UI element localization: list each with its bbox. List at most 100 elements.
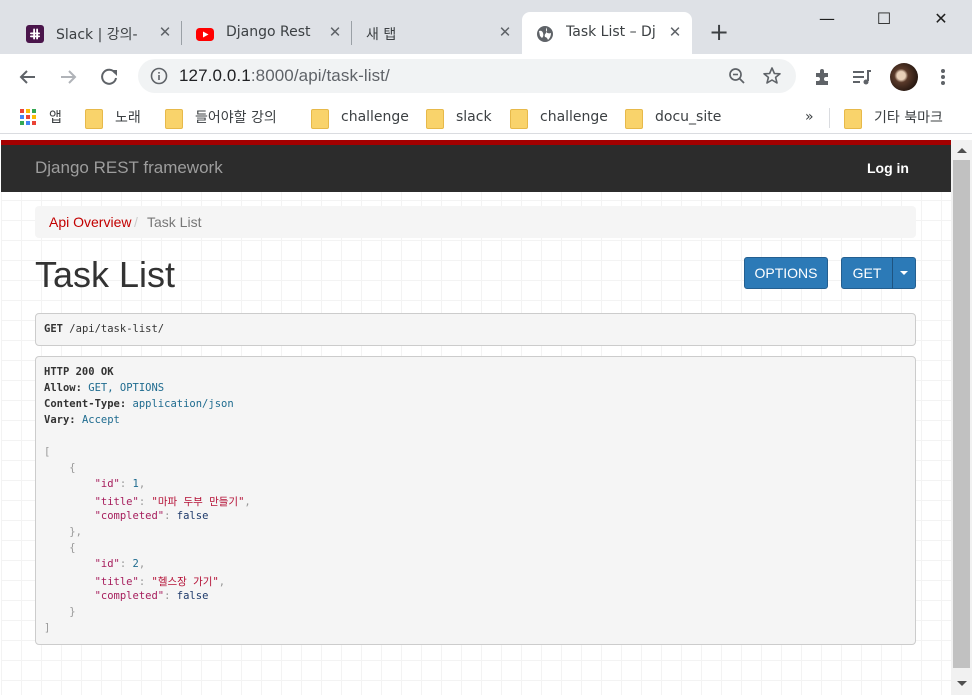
json-bracket: ]	[44, 622, 51, 634]
bookmark-folder[interactable]: slack	[426, 107, 492, 129]
login-link[interactable]: Log in	[867, 160, 909, 176]
request-info: GET /api/task-list/	[35, 313, 916, 346]
globe-icon	[537, 26, 553, 42]
bookmark-label: docu_site	[655, 109, 722, 125]
new-tab-button[interactable]: +	[706, 20, 732, 46]
tab-title: Task List – Dj	[566, 24, 656, 40]
bookmark-apps[interactable]: 앱	[20, 107, 62, 127]
brand-link[interactable]: Django REST framework	[35, 158, 223, 178]
bookmark-label: slack	[456, 109, 492, 125]
response-header: Allow: GET, OPTIONS	[44, 382, 165, 394]
get-button[interactable]: GET	[841, 257, 893, 289]
bookmark-folder[interactable]: docu_site	[625, 107, 722, 129]
json-line: "completed": false	[94, 590, 209, 602]
bookmark-label: 기타 북마크	[874, 110, 943, 126]
folder-icon	[426, 108, 444, 129]
bookmark-label: 들어야할 강의	[195, 110, 277, 126]
json-brace: {	[44, 542, 76, 554]
forward-button[interactable]	[55, 64, 81, 90]
arrow-right-icon	[61, 70, 77, 84]
star-icon[interactable]	[762, 66, 782, 86]
page-title: Task List	[35, 254, 176, 295]
url-text[interactable]: 127.0.0.1:8000/api/task-list/	[179, 66, 390, 86]
breadcrumb-current: Task List	[147, 214, 202, 230]
vertical-scrollbar[interactable]	[951, 140, 972, 695]
slack-icon	[26, 25, 44, 43]
folder-icon	[165, 108, 183, 129]
bookmark-label: 앱	[49, 110, 62, 126]
extensions-puzzle-icon[interactable]	[812, 66, 834, 88]
tab-title: 새 탭	[366, 27, 397, 43]
tab-title: Slack | 강의-	[56, 27, 138, 43]
json-line: "completed": false	[94, 510, 209, 522]
get-format-dropdown[interactable]	[892, 257, 916, 289]
response-status: HTTP 200 OK	[44, 366, 114, 378]
close-icon[interactable]: ✕	[328, 25, 342, 40]
caret-down-icon	[900, 271, 908, 275]
folder-icon	[311, 108, 329, 129]
json-line: "id": 1,	[94, 478, 146, 490]
scroll-up-arrow-icon[interactable]	[957, 148, 967, 153]
folder-icon	[85, 108, 103, 129]
bookmarks-bar: 앱 노래 들어야할 강의 challenge slack challenge d…	[0, 100, 972, 134]
youtube-icon	[196, 28, 214, 41]
response-info: HTTP 200 OK Allow: GET, OPTIONS Content-…	[35, 356, 916, 645]
tab-slack[interactable]: Slack | 강의- ✕	[12, 12, 182, 54]
json-line: "title": "마파 두부 만들기",	[94, 496, 251, 508]
tab-new-tab[interactable]: 새 탭 ✕	[352, 12, 522, 54]
bookmark-folder[interactable]: 들어야할 강의	[165, 107, 277, 129]
breadcrumb-separator: /	[134, 214, 138, 230]
json-line: "id": 2,	[94, 558, 146, 570]
bookmarks-divider	[829, 108, 830, 128]
back-button[interactable]	[15, 64, 41, 90]
address-bar[interactable]: 127.0.0.1:8000/api/task-list/	[138, 59, 796, 93]
bookmark-label: challenge	[540, 109, 608, 125]
json-bracket: [	[44, 446, 51, 458]
other-bookmarks[interactable]: 기타 북마크	[844, 107, 943, 129]
json-brace: }	[44, 606, 76, 618]
response-header: Content-Type: application/json	[44, 398, 234, 410]
tab-strip: Slack | 강의- ✕ Django Rest ✕ 새 탭 ✕ Task L…	[0, 0, 972, 54]
request-method: GET	[44, 323, 63, 335]
breadcrumb: Api Overview / Task List	[35, 206, 916, 238]
tab-title: Django Rest	[226, 24, 311, 40]
reload-button[interactable]	[96, 64, 122, 90]
apps-grid-icon	[20, 109, 36, 125]
profile-avatar[interactable]	[890, 63, 918, 91]
json-brace: {	[44, 462, 76, 474]
info-icon[interactable]	[150, 67, 168, 85]
more-vertical-icon[interactable]	[932, 66, 954, 88]
request-path: /api/task-list/	[69, 323, 165, 335]
folder-icon	[510, 108, 528, 129]
json-brace: },	[44, 526, 82, 538]
minimize-button[interactable]: —	[812, 8, 842, 30]
close-icon[interactable]: ✕	[158, 25, 172, 40]
bookmark-folder[interactable]: challenge	[311, 107, 409, 129]
arrow-left-icon	[19, 70, 35, 84]
tab-django-rest[interactable]: Django Rest ✕	[182, 12, 352, 54]
response-header: Vary: Accept	[44, 414, 120, 426]
drf-navbar: Django REST framework Log in	[1, 145, 951, 192]
bookmark-folder[interactable]: challenge	[510, 107, 608, 129]
maximize-button[interactable]: ☐	[869, 8, 899, 30]
zoom-out-icon[interactable]	[728, 67, 746, 85]
close-icon[interactable]: ✕	[668, 25, 682, 40]
tab-task-list[interactable]: Task List – Dj ✕	[522, 12, 692, 54]
folder-icon	[625, 108, 643, 129]
bookmarks-overflow-button[interactable]: »	[805, 107, 814, 127]
close-icon[interactable]: ✕	[498, 25, 512, 40]
scrollbar-thumb[interactable]	[953, 160, 970, 668]
media-queue-icon[interactable]	[851, 66, 873, 88]
bookmark-label: challenge	[341, 109, 409, 125]
bookmark-label: 노래	[115, 110, 141, 126]
bookmark-folder[interactable]: 노래	[85, 107, 141, 129]
page-viewport: Django REST framework Log in Api Overvie…	[1, 140, 951, 695]
scroll-down-arrow-icon[interactable]	[957, 681, 967, 686]
options-button[interactable]: OPTIONS	[744, 257, 828, 289]
folder-icon	[844, 108, 862, 129]
browser-toolbar: 127.0.0.1:8000/api/task-list/	[0, 54, 972, 100]
reload-icon	[101, 68, 117, 85]
breadcrumb-link-api-overview[interactable]: Api Overview	[49, 214, 131, 230]
json-line: "title": "헬스장 가기",	[94, 576, 226, 588]
close-window-button[interactable]: ✕	[926, 8, 956, 30]
